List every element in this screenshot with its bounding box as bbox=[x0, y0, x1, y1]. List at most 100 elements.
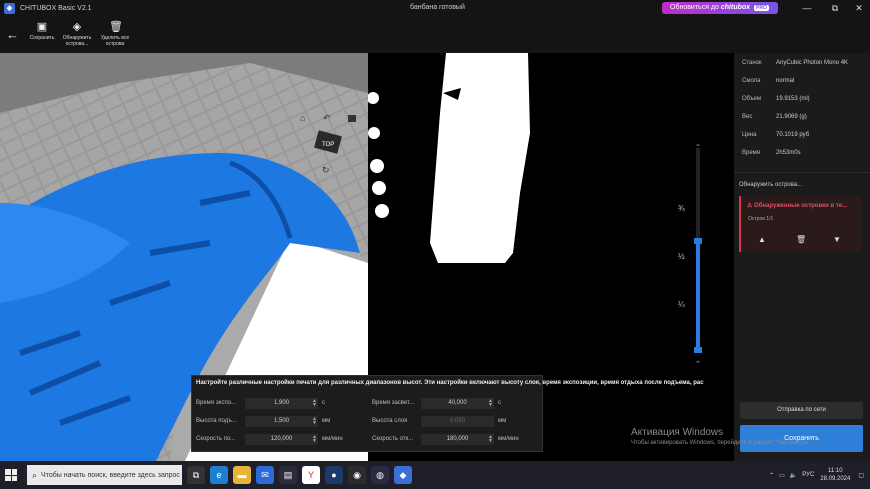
svg-text:↶: ↶ bbox=[323, 113, 331, 123]
network-icon[interactable]: ▭ bbox=[779, 472, 785, 479]
layer-slider-bottom-handle[interactable] bbox=[694, 347, 702, 353]
prop-value-resin: normal bbox=[776, 78, 795, 84]
svg-text:TOP: TOP bbox=[322, 142, 334, 148]
layer-slider-fill bbox=[696, 240, 700, 352]
clock-date: 28.09.2024 bbox=[820, 476, 851, 482]
prop-label-printer: Станок bbox=[742, 60, 762, 66]
save-tool-button[interactable]: ▣ Сохранить bbox=[28, 21, 56, 41]
save-icon: ▣ bbox=[36, 21, 48, 33]
upgrade-tag: PRO bbox=[754, 5, 769, 11]
network-send-button[interactable]: Отправка по сети bbox=[740, 402, 863, 419]
prop-label-weight: Вес bbox=[742, 114, 753, 120]
document-title: банбана готовый bbox=[410, 4, 465, 11]
app-title: CHITUBOX Basic V2.1 bbox=[20, 5, 92, 12]
notifications-icon[interactable]: ▢ bbox=[858, 472, 864, 479]
watermark-title: Активация Windows bbox=[631, 427, 724, 438]
prop-label-price: Цена bbox=[742, 132, 757, 138]
clock-time: 11:10 bbox=[828, 468, 843, 474]
prop-label-time: Время bbox=[742, 150, 761, 156]
setting-unit-bottom-exposure: с bbox=[498, 400, 501, 406]
taskbar: ⌕ Чтобы начать поиск, введите здесь запр… bbox=[0, 461, 870, 489]
store-icon[interactable]: ▤ bbox=[279, 466, 297, 484]
edge-browser-icon[interactable]: e bbox=[210, 466, 228, 484]
tray-chevron-icon[interactable]: ⌃ bbox=[769, 472, 774, 479]
prop-value-volume: 19.9153 (ml) bbox=[776, 96, 810, 102]
toolbar: ← ▣ Сохранить ◈ Обнаружить острова... 🗑 … bbox=[0, 17, 870, 53]
upgrade-button[interactable]: Обновиться до chitubox PRO bbox=[662, 2, 778, 14]
file-explorer-icon[interactable]: ▬ bbox=[233, 466, 251, 484]
svg-text:↻: ↻ bbox=[322, 165, 330, 175]
setting-unit-layer-height: мм bbox=[498, 418, 507, 424]
delete-tool-label: Удалить все острова bbox=[100, 35, 130, 47]
search-placeholder: Чтобы начать поиск, введите здесь запрос bbox=[41, 471, 180, 479]
upgrade-prefix: Обновиться до bbox=[670, 4, 719, 11]
task-view-icon[interactable]: ⧉ bbox=[187, 466, 205, 484]
maximize-button[interactable]: ⧉ bbox=[828, 2, 842, 14]
right-sidebar: Станок AnyCubic Photon Mono 4K Смола nor… bbox=[734, 53, 870, 461]
layer-slider-top-handle[interactable] bbox=[694, 238, 702, 244]
setting-unit-lift-height: мм bbox=[322, 418, 331, 424]
spinner-icon[interactable]: ▲ ▼ bbox=[488, 399, 493, 408]
prop-label-volume: Объем bbox=[742, 96, 762, 102]
spinner-icon[interactable]: ▲ ▼ bbox=[312, 399, 317, 408]
setting-field-lift-speed[interactable]: 120,000 bbox=[245, 434, 318, 445]
setting-unit-lift-speed: мм/мин bbox=[322, 436, 343, 442]
slider-label-half: ½ bbox=[678, 252, 685, 261]
warning-icon: ⚠ bbox=[747, 203, 755, 209]
island-warning-title: ⚠ Обнаруженные островки в те... bbox=[747, 202, 847, 209]
upgrade-brand: chitubox bbox=[720, 4, 751, 11]
spinner-icon[interactable]: ▲ ▼ bbox=[488, 435, 493, 444]
back-arrow-icon[interactable]: ← bbox=[6, 27, 19, 42]
island-warning-card[interactable]: ⚠ Обнаруженные островки в те... Остров 1… bbox=[739, 196, 861, 252]
setting-field-exposure[interactable]: 1,900 bbox=[245, 398, 318, 409]
setting-field-layer-height: 0,050 bbox=[421, 416, 494, 427]
keyboard-language[interactable]: РУС bbox=[802, 472, 814, 478]
delete-islands-button[interactable]: 🗑 Удалить все острова bbox=[98, 21, 132, 47]
slider-label-three-quarters: ¾ bbox=[678, 204, 685, 213]
mail-icon[interactable]: ✉ bbox=[256, 466, 274, 484]
spinner-icon[interactable]: ▲ ▼ bbox=[312, 417, 317, 426]
setting-field-bottom-exposure[interactable]: 40,000 bbox=[421, 398, 494, 409]
minimize-button[interactable]: — bbox=[800, 2, 814, 14]
island-prev-up-icon[interactable]: ▲ bbox=[758, 235, 766, 244]
chitubox-taskbar-icon[interactable]: ◆ bbox=[394, 466, 412, 484]
setting-label-layer-height: Высота слоя bbox=[372, 418, 408, 424]
close-button[interactable]: ✕ bbox=[852, 2, 866, 14]
search-icon: ⌕ bbox=[32, 469, 38, 480]
height-range-settings-panel: Настройте различные настройки печати для… bbox=[191, 375, 704, 452]
island-delete-trash-icon[interactable]: 🗑 bbox=[796, 235, 806, 244]
detect-tool-label: Обнаружить острова... bbox=[62, 35, 92, 47]
slider-label-quarter: ¼ bbox=[678, 300, 685, 309]
save-tool-label: Сохранить bbox=[29, 35, 55, 41]
clock[interactable]: 11:10 28.09.2024 bbox=[820, 467, 850, 483]
chrome-icon[interactable]: ◍ bbox=[371, 466, 389, 484]
taskbar-search-input[interactable]: ⌕ Чтобы начать поиск, введите здесь запр… bbox=[27, 465, 182, 485]
steam-icon[interactable]: ● bbox=[325, 466, 343, 484]
detect-islands-button[interactable]: ◈ Обнаружить острова... bbox=[60, 21, 94, 47]
trash-icon: 🗑 bbox=[109, 21, 123, 33]
setting-field-lift-height[interactable]: 1,500 bbox=[245, 416, 318, 427]
setting-label-bottom-exposure: Время засвет... bbox=[372, 400, 415, 406]
island-warning-text: Обнаруженные островки в те... bbox=[754, 203, 848, 209]
watermark-subtitle: Чтобы активировать Windows, перейдите в … bbox=[631, 440, 813, 446]
setting-label-lift-height: Высота подъ... bbox=[196, 418, 237, 424]
setting-label-retract-speed: Скорость отк... bbox=[372, 436, 414, 442]
prop-value-printer: AnyCubic Photon Mono 4K bbox=[776, 60, 849, 66]
app-logo-icon: ◆ bbox=[4, 3, 15, 14]
settings-panel-header: Настройте различные настройки печати для… bbox=[196, 380, 704, 386]
prop-value-weight: 21.9069 (g) bbox=[776, 114, 807, 120]
prop-label-resin: Смола bbox=[742, 78, 761, 84]
slider-down-chevron-icon[interactable]: ⌃ bbox=[695, 360, 701, 368]
spinner-icon[interactable]: ▲ ▼ bbox=[312, 435, 317, 444]
windows-start-icon[interactable] bbox=[5, 469, 17, 481]
setting-label-exposure: Время экспо... bbox=[196, 400, 237, 406]
svg-text:⌂: ⌂ bbox=[300, 113, 305, 123]
prop-value-time: 2h53m0s bbox=[776, 150, 801, 156]
slider-up-chevron-icon[interactable]: ⌄ bbox=[695, 140, 701, 148]
island-next-down-icon[interactable]: ▼ bbox=[833, 235, 841, 244]
setting-field-retract-speed[interactable]: 180,000 bbox=[421, 434, 494, 445]
yandex-browser-icon[interactable]: Y bbox=[302, 466, 320, 484]
volume-icon[interactable]: 🔈 bbox=[790, 472, 797, 479]
setting-unit-retract-speed: мм/мин bbox=[498, 436, 519, 442]
app-icon[interactable]: ◉ bbox=[348, 466, 366, 484]
